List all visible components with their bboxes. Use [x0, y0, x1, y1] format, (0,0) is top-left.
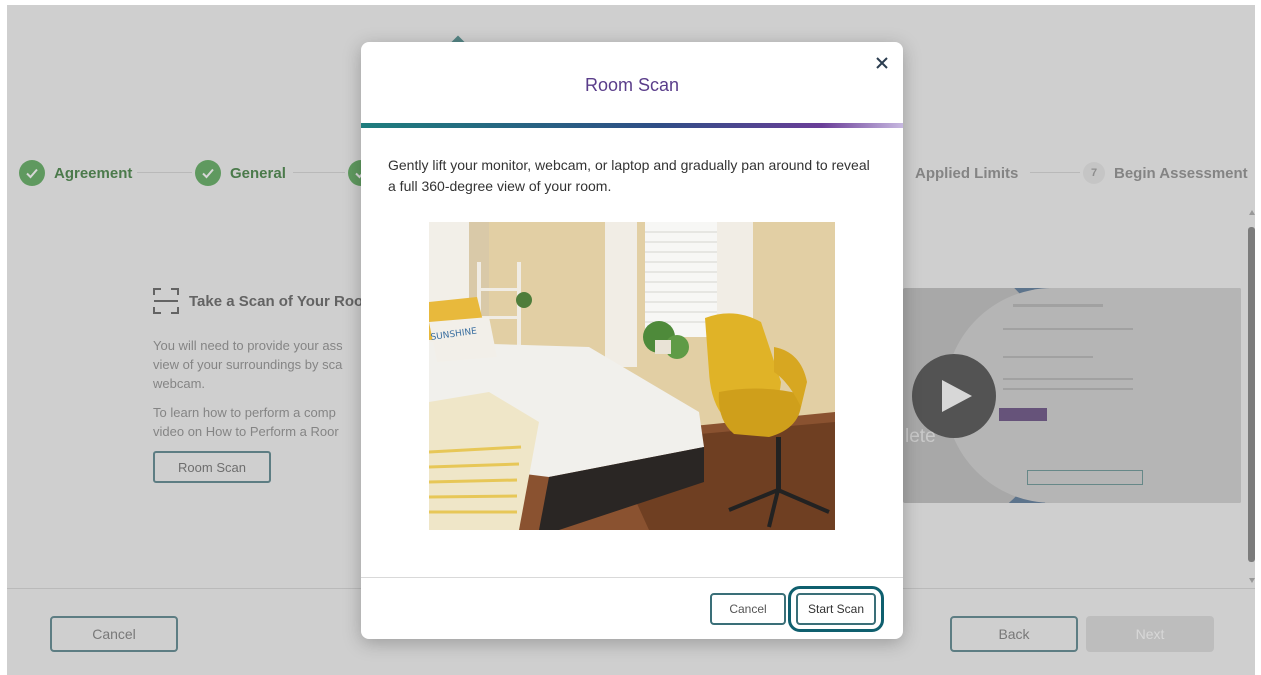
- room-scan-dialog: Room Scan Gently lift your monitor, webc…: [361, 42, 903, 639]
- dialog-accent-bar: [361, 123, 903, 128]
- window-edge: [1255, 0, 1261, 675]
- close-icon[interactable]: [871, 52, 893, 74]
- dialog-cancel-button[interactable]: Cancel: [710, 593, 786, 625]
- dialog-footer-divider: [361, 577, 903, 578]
- start-scan-button[interactable]: Start Scan: [796, 593, 876, 625]
- dialog-title: Room Scan: [584, 75, 680, 95]
- dialog-instructions: Gently lift your monitor, webcam, or lap…: [388, 157, 870, 194]
- room-photo: SUNSHINE: [429, 222, 835, 530]
